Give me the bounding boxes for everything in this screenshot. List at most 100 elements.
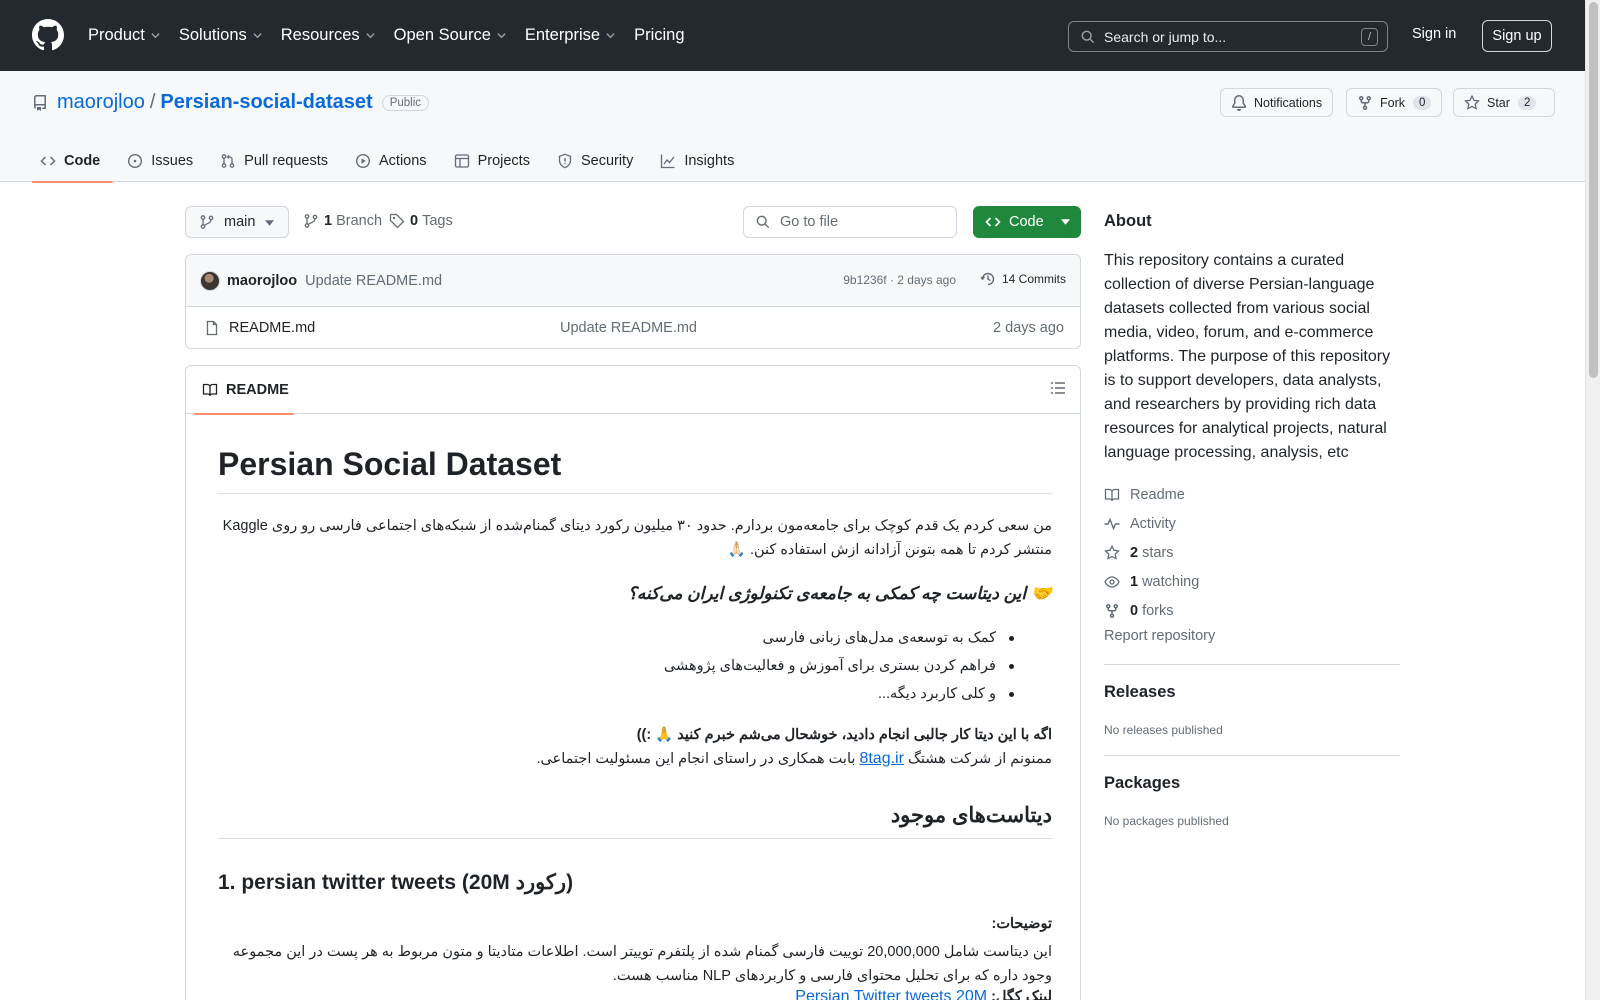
watching-link[interactable]: 1 watching [1104,567,1199,596]
readme-thanks-pre: ممنونم از شرکت هشتگ [907,751,1052,767]
notifications-button[interactable]: Notifications [1220,88,1334,117]
readme-question-heading: 🤝 این دیتاست چه کمکی به جامعه‌ی تکنولوژی… [627,584,1052,603]
git-branch-icon [304,214,318,228]
file-name-link[interactable]: README.md [229,320,315,336]
stars-label: stars [1142,544,1174,561]
chevron-down-icon [497,33,506,39]
packages-empty-text: No packages published [1104,814,1229,828]
tab-projects[interactable]: Projects [446,140,543,182]
file-row[interactable]: README.md Update README.md 2 days ago [186,307,1080,348]
file-commit-message[interactable]: Update README.md [560,320,697,336]
tab-code[interactable]: Code [32,140,114,183]
sidebar-divider [1104,664,1400,665]
tag-icon [389,213,405,229]
tab-issues[interactable]: Issues [119,140,206,182]
available-datasets-heading: دیتاست‌های موجود [218,803,1052,839]
go-to-file-input[interactable]: Go to file [743,206,957,238]
sidebar-divider [1104,755,1400,756]
repo-tabs: Code Issues Pull requests Actions Projec… [32,140,753,183]
report-repository-link[interactable]: Report repository [1104,628,1215,644]
tab-projects-label: Projects [477,153,530,169]
branch-name: main [224,214,256,230]
tab-insights[interactable]: Insights [652,140,747,182]
hashtag-company-link[interactable]: 8tag.ir [859,750,903,767]
repo-header: maorojloo / Persian-social-dataset Publi… [0,71,1585,183]
commits-history-link[interactable]: 14 Commits [980,271,1066,287]
about-heading: About [1104,212,1152,230]
star-label: Star [1487,95,1510,110]
releases-heading[interactable]: Releases [1104,683,1176,702]
file-age: 2 days ago [993,320,1064,336]
list-item: فراهم کردن بستری برای آموزش و فعالیت‌های… [664,652,1015,680]
fork-count: 0 [1413,95,1432,110]
issue-opened-icon [128,153,143,169]
tab-actions-label: Actions [379,153,427,169]
shield-icon [558,153,572,169]
star-icon [1464,94,1480,110]
code-dropdown-button[interactable]: Code [973,206,1081,238]
activity-link[interactable]: Activity [1104,509,1199,538]
github-logo-icon[interactable] [32,19,64,51]
forks-link[interactable]: 0 forks [1104,596,1199,625]
sign-in-link[interactable]: Sign in [1412,26,1456,42]
kaggle-link[interactable]: Persian Twitter tweets 20M [795,988,987,1000]
pulse-icon [1104,517,1120,530]
tags-link[interactable]: 0 Tags [389,213,453,229]
nav-solutions[interactable]: Solutions [179,26,263,45]
repo-icon [34,94,46,111]
nav-open-source-label: Open Source [393,26,491,44]
history-icon [980,272,995,286]
search-icon [1081,30,1095,43]
readme-link[interactable]: Readme [1104,480,1199,509]
packages-heading[interactable]: Packages [1104,774,1180,793]
nav-enterprise-label: Enterprise [524,26,601,44]
nav-product[interactable]: Product [88,26,161,45]
commit-hash-age[interactable]: 9b1236f · 2 days ago [843,273,956,287]
readme-thanks-bold: اگه با این دیتا کار جالبی انجام دادید، خ… [636,727,1052,743]
page-scrollbar[interactable] [1585,0,1600,1000]
readme-tab-label: README [226,382,289,398]
tab-pull-requests-label: Pull requests [244,153,328,169]
scrollbar-thumb[interactable] [1589,2,1598,378]
play-icon [355,153,371,169]
sign-up-button[interactable]: Sign up [1482,20,1552,52]
fork-icon [1106,603,1118,618]
nav-open-source[interactable]: Open Source [394,26,507,45]
avatar[interactable] [200,270,220,291]
about-description: This repository contains a curated colle… [1104,252,1391,461]
star-button[interactable]: Star 2 [1453,88,1555,117]
kaggle-line: لینک کگل: Persian Twitter tweets 20M [218,988,1052,1000]
fork-button[interactable]: Fork 0 [1346,88,1443,117]
visibility-badge: Public [381,94,430,111]
nav-pricing[interactable]: Pricing [634,26,684,45]
branches-link[interactable]: 1 Branch [303,213,382,229]
repo-path-separator: / [149,91,156,113]
readme-link-label: Readme [1130,486,1185,503]
nav-pricing-label: Pricing [634,26,685,44]
branch-selector[interactable]: main [185,206,289,238]
commit-author[interactable]: maorojloo [227,273,297,289]
readme-thanks-post: بابت همکاری در راستای انجام این مسئولیت … [536,751,856,767]
repo-owner-link[interactable]: maorojloo [57,91,145,114]
forks-count: 0 [1130,602,1139,619]
search-input[interactable]: Search or jump to... / [1068,21,1388,52]
chevron-down-icon [606,33,615,39]
nav-resources[interactable]: Resources [281,26,376,45]
git-branch-icon [200,215,214,229]
list-item: و کلی کاربرد دیگه... [664,680,1015,708]
repo-name-link[interactable]: Persian-social-dataset [160,91,372,114]
caret-down-icon [265,220,274,226]
stars-link[interactable]: 2 stars [1104,538,1199,567]
forks-label: forks [1142,602,1174,619]
tab-security-label: Security [580,153,634,169]
readme-tab[interactable]: README [194,366,294,415]
nav-enterprise[interactable]: Enterprise [525,26,616,45]
commit-message[interactable]: Update README.md [305,273,442,289]
tab-pull-requests[interactable]: Pull requests [212,140,341,182]
activity-link-label: Activity [1130,515,1176,532]
tab-actions[interactable]: Actions [347,140,440,182]
readme-panel: README Persian Social Dataset من سعی کرد… [185,365,1081,1000]
tab-security[interactable]: Security [549,140,646,182]
readme-bullet-list: کمک به توسعه‌ی مدل‌های زبانی فارسی فراهم… [664,624,1015,708]
table-of-contents-icon[interactable] [1050,380,1066,396]
